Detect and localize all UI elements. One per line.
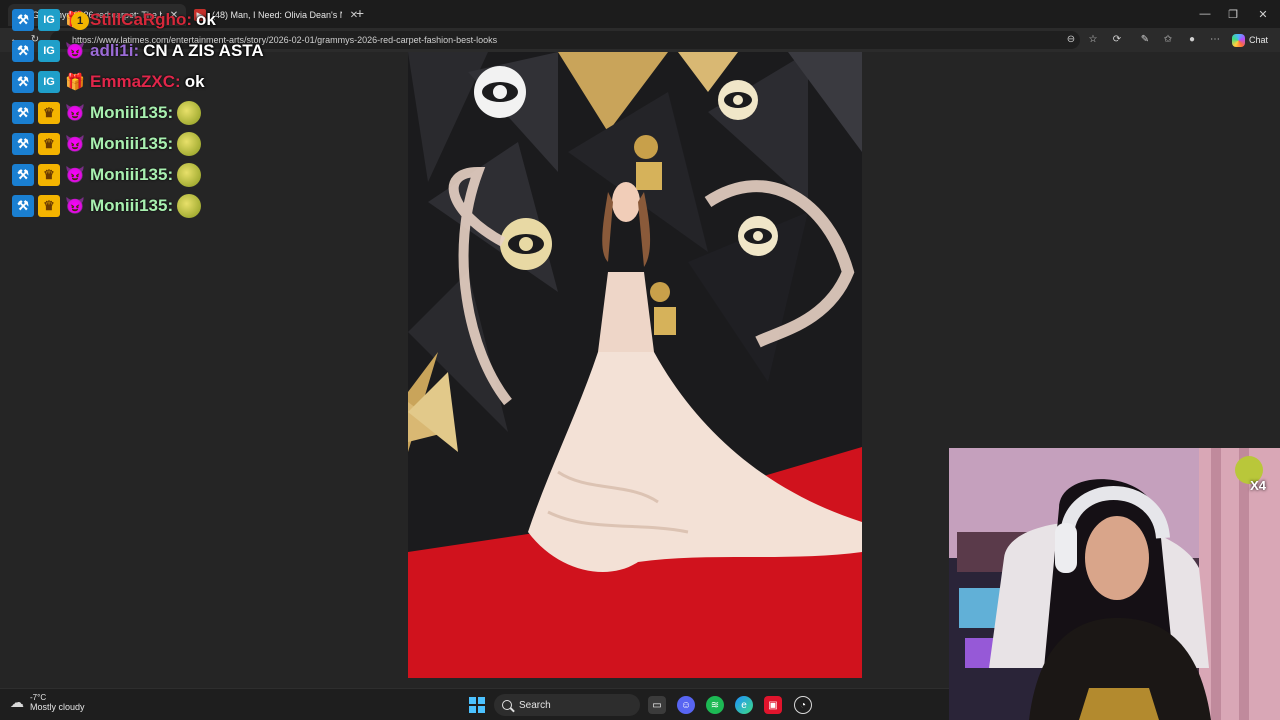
streamer-webcam: X4 — [949, 448, 1280, 720]
favorite-star-icon[interactable]: ☆ — [1086, 33, 1100, 47]
moderator-sword-icon: ⚒ — [12, 163, 34, 186]
notification-count-badge: 1 — [71, 12, 89, 30]
more-menu-icon[interactable]: ⋯ — [1208, 33, 1222, 47]
moderator-sword-icon: ⚒ — [12, 39, 34, 62]
chat-button-label: Chat — [1249, 35, 1269, 45]
crown-badge-icon: ♛ — [38, 132, 60, 155]
devil-emoji-badge-icon: 😈 — [65, 104, 85, 122]
discord-icon[interactable]: ☺ — [677, 696, 695, 714]
chat-emote-icon — [177, 193, 202, 218]
spotify-icon[interactable]: ≋ — [706, 696, 724, 714]
cloud-icon: ☁ — [10, 694, 24, 710]
chat-message: ⚒ ♛ 😈 Moniii135: — [12, 128, 342, 159]
chat-emote-icon — [177, 100, 202, 125]
chat-text: CN A ZIS ASTA — [143, 40, 264, 60]
red-carpet-photo — [408, 52, 862, 678]
moderator-sword-icon: ⚒ — [12, 101, 34, 124]
devil-emoji-badge-icon: 😈 — [65, 42, 85, 60]
weather-widget[interactable]: ☁ -7°C Mostly cloudy — [10, 693, 85, 712]
puzzle-extensions-icon[interactable]: ✎ — [1138, 33, 1152, 47]
chat-message: ⚒ ♛ 😈 Moniii135: — [12, 97, 342, 128]
vip-badge-icon: IG — [38, 70, 60, 93]
chat-message: ⚒ IG 😈 adli1i: CN A ZIS ASTA — [12, 35, 342, 66]
chat-message: ⚒ ♛ 😈 Moniii135: — [12, 159, 342, 190]
emote-count-label: X4 — [1250, 478, 1266, 493]
chat-message: ⚒ IG 🎁 EmmaZXC: ok — [12, 66, 342, 97]
chat-emote-icon — [177, 131, 202, 156]
moderator-sword-icon: ⚒ — [12, 70, 34, 93]
obs-icon[interactable]: ◔ — [794, 696, 812, 714]
chat-username[interactable]: StillCaRgho: — [90, 10, 192, 30]
chat-username[interactable]: Moniii135: — [90, 165, 173, 185]
chat-text: ok — [184, 71, 205, 91]
app-icon[interactable]: ▣ — [764, 696, 782, 714]
crown-badge-icon: ♛ — [38, 194, 60, 217]
chat-username[interactable]: Moniii135: — [90, 134, 173, 154]
chat-emote-icon — [177, 162, 202, 187]
chat-text: ok — [196, 9, 216, 29]
devil-emoji-badge-icon: 😈 — [65, 197, 85, 215]
moderator-sword-icon: ⚒ — [12, 8, 34, 31]
weather-condition: Mostly cloudy — [30, 702, 85, 712]
chat-username[interactable]: EmmaZXC: — [90, 72, 181, 92]
weather-text: -7°C Mostly cloudy — [30, 693, 85, 712]
crown-badge-icon: ♛ — [38, 163, 60, 186]
reader-mode-icon[interactable]: ⊖ — [1064, 33, 1078, 47]
gift-badge-icon: 🎁 — [65, 73, 85, 91]
stream-chat-overlay: ⚒ IG 🎁 StillCaRgho: ok ⚒ IG 😈 adli1i: CN… — [12, 4, 342, 221]
moderator-sword-icon: ⚒ — [12, 194, 34, 217]
windows-taskbar: ☁ -7°C Mostly cloudy Search ▭ ☺ ≋ e ▣ ◔ — [0, 688, 949, 720]
profile-icon[interactable]: ● — [1185, 33, 1199, 47]
new-tab-button[interactable]: + — [352, 4, 368, 22]
moderator-sword-icon: ⚒ — [12, 132, 34, 155]
vip-badge-icon: IG — [38, 39, 60, 62]
favorites-icon[interactable]: ✩ — [1161, 33, 1175, 47]
maximize-icon[interactable]: ❐ — [1216, 0, 1250, 28]
close-window-icon[interactable]: ✕ — [1246, 0, 1280, 28]
file-explorer-icon[interactable]: ▭ — [648, 696, 666, 714]
screen: 𝔗 Grammys 2026 red carpet: The be ✕ ▶ (4… — [0, 0, 1280, 720]
extension-icon[interactable]: ⟳ — [1110, 33, 1124, 47]
chat-username[interactable]: adli1i: — [90, 41, 139, 61]
copilot-icon — [1232, 33, 1245, 47]
weather-temperature: -7°C — [30, 693, 47, 702]
search-label: Search — [519, 699, 551, 711]
windows-start-icon[interactable] — [469, 697, 485, 713]
chat-message: ⚒ IG 🎁 StillCaRgho: ok — [12, 4, 342, 35]
search-icon — [502, 700, 512, 710]
chat-username[interactable]: Moniii135: — [90, 103, 173, 123]
copilot-chat-button[interactable]: Chat — [1232, 32, 1268, 48]
chat-message: ⚒ ♛ 😈 Moniii135: — [12, 190, 342, 221]
devil-emoji-badge-icon: 😈 — [65, 166, 85, 184]
devil-emoji-badge-icon: 😈 — [65, 135, 85, 153]
crown-badge-icon: ♛ — [38, 101, 60, 124]
taskbar-search[interactable]: Search — [494, 694, 640, 716]
vip-badge-icon: IG — [38, 8, 60, 31]
chat-username[interactable]: Moniii135: — [90, 196, 173, 216]
edge-browser-icon[interactable]: e — [735, 696, 753, 714]
